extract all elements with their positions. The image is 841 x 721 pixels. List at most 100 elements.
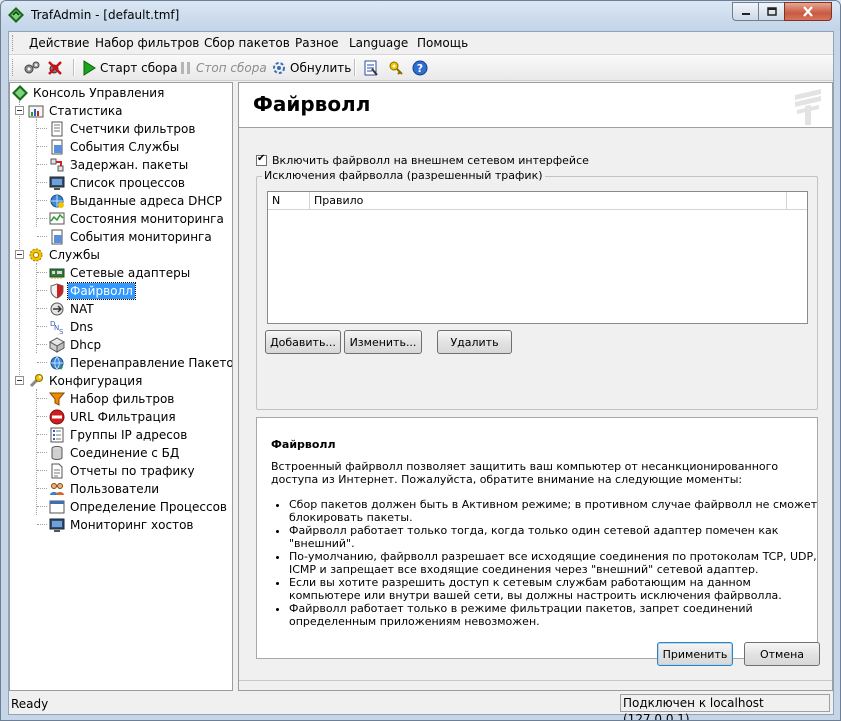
menu-language[interactable]: Language bbox=[349, 36, 408, 50]
tree-item-dhcp[interactable]: Dhcp bbox=[49, 336, 103, 354]
tree-item-network-adapters[interactable]: Сетевые адаптеры bbox=[49, 264, 192, 282]
delete-button[interactable]: Удалить bbox=[437, 330, 512, 354]
counter-icon bbox=[51, 121, 63, 137]
tree-root-label: Консоль Управления bbox=[33, 86, 165, 100]
close-button[interactable] bbox=[784, 2, 832, 21]
menu-filter-set[interactable]: Набор фильтров bbox=[95, 36, 199, 50]
menu-help[interactable]: Помощь bbox=[417, 36, 468, 50]
help-title: Файрволл bbox=[271, 438, 336, 451]
tree-item-nat[interactable]: NAT bbox=[49, 300, 96, 318]
title-bar[interactable]: TrafAdmin - [default.tmf] bbox=[1, 1, 840, 31]
reset-button[interactable]: Обнулить bbox=[271, 58, 351, 78]
tree-item-users[interactable]: Пользователи bbox=[49, 480, 161, 498]
exceptions-group-label: Исключения файрволла (разрешенный трафик… bbox=[262, 169, 545, 182]
tree-line bbox=[37, 200, 47, 201]
menu-misc[interactable]: Разное bbox=[295, 36, 339, 50]
tree-item-label: NAT bbox=[70, 302, 94, 316]
help-intro: Встроенный файрволл позволяет защитить в… bbox=[271, 460, 779, 486]
toolbar: Старт сбора Стоп сбора Обнулить ? bbox=[9, 55, 833, 81]
checkbox-checked-icon[interactable] bbox=[256, 153, 267, 166]
tree-item-dns[interactable]: DNS Dns bbox=[49, 318, 95, 336]
tree-item-held-packets[interactable]: Задержан. пакеты bbox=[49, 156, 190, 174]
menu-action[interactable]: Действие bbox=[29, 36, 89, 50]
maximize-button[interactable] bbox=[758, 2, 785, 21]
tree-item-db-connection[interactable]: Соединение с БД bbox=[49, 444, 181, 462]
window-title: TrafAdmin - [default.tmf] bbox=[31, 8, 180, 22]
report-doc-icon bbox=[51, 463, 63, 479]
tree-item-url-filter[interactable]: URL Фильтрация bbox=[49, 408, 178, 426]
column-header-n[interactable]: N bbox=[268, 192, 310, 209]
tree-item-process-list[interactable]: Список процессов bbox=[49, 174, 187, 192]
help-point: Файрволл работает только в режиме фильтр… bbox=[289, 602, 819, 628]
tree-item-service-events[interactable]: События Службы bbox=[49, 138, 181, 156]
tree-item-ip-groups[interactable]: Группы IP адресов bbox=[49, 426, 189, 444]
firewall-shield-icon bbox=[50, 283, 64, 299]
statistics-icon bbox=[28, 105, 44, 118]
tree-item-traffic-reports[interactable]: Отчеты по трафику bbox=[49, 462, 197, 480]
tree-item-host-monitoring[interactable]: Мониторинг хостов bbox=[49, 516, 196, 534]
tree-item-label: Список процессов bbox=[70, 176, 185, 190]
tree-item-label: Выданные адреса DHCP bbox=[70, 194, 223, 208]
monitoring-states-icon bbox=[49, 212, 65, 225]
tree-item-label: URL Фильтрация bbox=[70, 410, 176, 424]
tree-item-filter-set[interactable]: Набор фильтров bbox=[49, 390, 176, 408]
cancel-button[interactable]: Отмена bbox=[744, 642, 820, 666]
column-header-rule[interactable]: Правило bbox=[310, 192, 787, 209]
app-icon bbox=[8, 7, 24, 23]
edit-button[interactable]: Изменить... bbox=[344, 330, 422, 354]
tree-item-firewall[interactable]: Файрволл bbox=[49, 282, 136, 300]
tree-item-monitoring-events[interactable]: События мониторинга bbox=[49, 228, 214, 246]
tree-item-label: Dhcp bbox=[70, 338, 102, 352]
tree-item-monitoring-states[interactable]: Состояния мониторинга bbox=[49, 210, 226, 228]
start-capture-button[interactable]: Старт сбора bbox=[81, 58, 177, 78]
collapse-stats-toggle[interactable] bbox=[15, 106, 24, 115]
collapse-config-toggle[interactable] bbox=[15, 376, 24, 385]
toolbar-separator bbox=[73, 59, 75, 76]
navigation-tree[interactable]: Консоль Управления Статистика Счетчики ф… bbox=[9, 82, 233, 691]
tree-line bbox=[37, 326, 47, 327]
held-packets-icon bbox=[50, 158, 64, 172]
column-header-filler bbox=[787, 192, 807, 209]
help-point: Сбор пакетов должен быть в Активном режи… bbox=[289, 498, 819, 524]
tree-line bbox=[37, 182, 47, 183]
events-icon bbox=[51, 139, 63, 155]
collapse-services-toggle[interactable] bbox=[15, 250, 24, 259]
tree-item-process-detection[interactable]: Определение Процессов bbox=[49, 498, 229, 516]
tree-node-stats-label: Статистика bbox=[49, 104, 123, 118]
tree-item-dhcp-leases[interactable]: Выданные адреса DHCP bbox=[49, 192, 224, 210]
report-tool-button[interactable] bbox=[363, 58, 379, 78]
tree-root[interactable]: Консоль Управления bbox=[12, 84, 166, 102]
exceptions-list[interactable]: N Правило bbox=[267, 191, 808, 324]
apply-button[interactable]: Применить bbox=[657, 642, 733, 666]
stop-capture-label: Стоп сбора bbox=[196, 61, 267, 75]
tree-node-config[interactable]: Конфигурация bbox=[28, 372, 144, 390]
window-icon bbox=[49, 500, 65, 514]
enable-firewall-checkbox[interactable]: Включить файрволл на внешнем сетевом инт… bbox=[256, 153, 589, 167]
tree-node-config-label: Конфигурация bbox=[49, 374, 143, 388]
tree-node-stats[interactable]: Статистика bbox=[28, 102, 125, 120]
stop-capture-button[interactable]: Стоп сбора bbox=[179, 58, 267, 78]
disconnect-tool-button[interactable] bbox=[46, 58, 64, 78]
status-text: Ready bbox=[11, 697, 49, 711]
connection-status: Подключен к localhost (127.0.0.1) bbox=[620, 694, 830, 720]
help-tool-button[interactable]: ? bbox=[412, 58, 428, 78]
client-area: Действие Набор фильтров Сбор пакетов Раз… bbox=[8, 31, 834, 720]
settings-tool-button[interactable] bbox=[23, 58, 41, 78]
tree-item-filter-counters[interactable]: Счетчики фильтров bbox=[49, 120, 197, 138]
tree-line bbox=[37, 470, 47, 471]
minimize-button[interactable] bbox=[732, 2, 759, 21]
key-tool-button[interactable] bbox=[388, 58, 404, 78]
toolbar-grip[interactable] bbox=[12, 59, 16, 76]
tree-line bbox=[19, 101, 20, 383]
pause-icon bbox=[181, 62, 190, 74]
menu-grip[interactable] bbox=[12, 35, 16, 51]
tree-line bbox=[37, 308, 47, 309]
menu-packet-capture[interactable]: Сбор пакетов bbox=[204, 36, 290, 50]
tree-item-packet-redirect[interactable]: Перенаправление Пакетов bbox=[49, 354, 232, 372]
panel-header: Файрволл bbox=[239, 83, 832, 128]
tree-item-label: Соединение с БД bbox=[70, 446, 180, 460]
add-button[interactable]: Добавить... bbox=[265, 330, 341, 354]
svg-text:S: S bbox=[59, 328, 64, 335]
tree-node-services[interactable]: Службы bbox=[28, 246, 102, 264]
exceptions-group: Исключения файрволла (разрешенный трафик… bbox=[256, 169, 818, 410]
